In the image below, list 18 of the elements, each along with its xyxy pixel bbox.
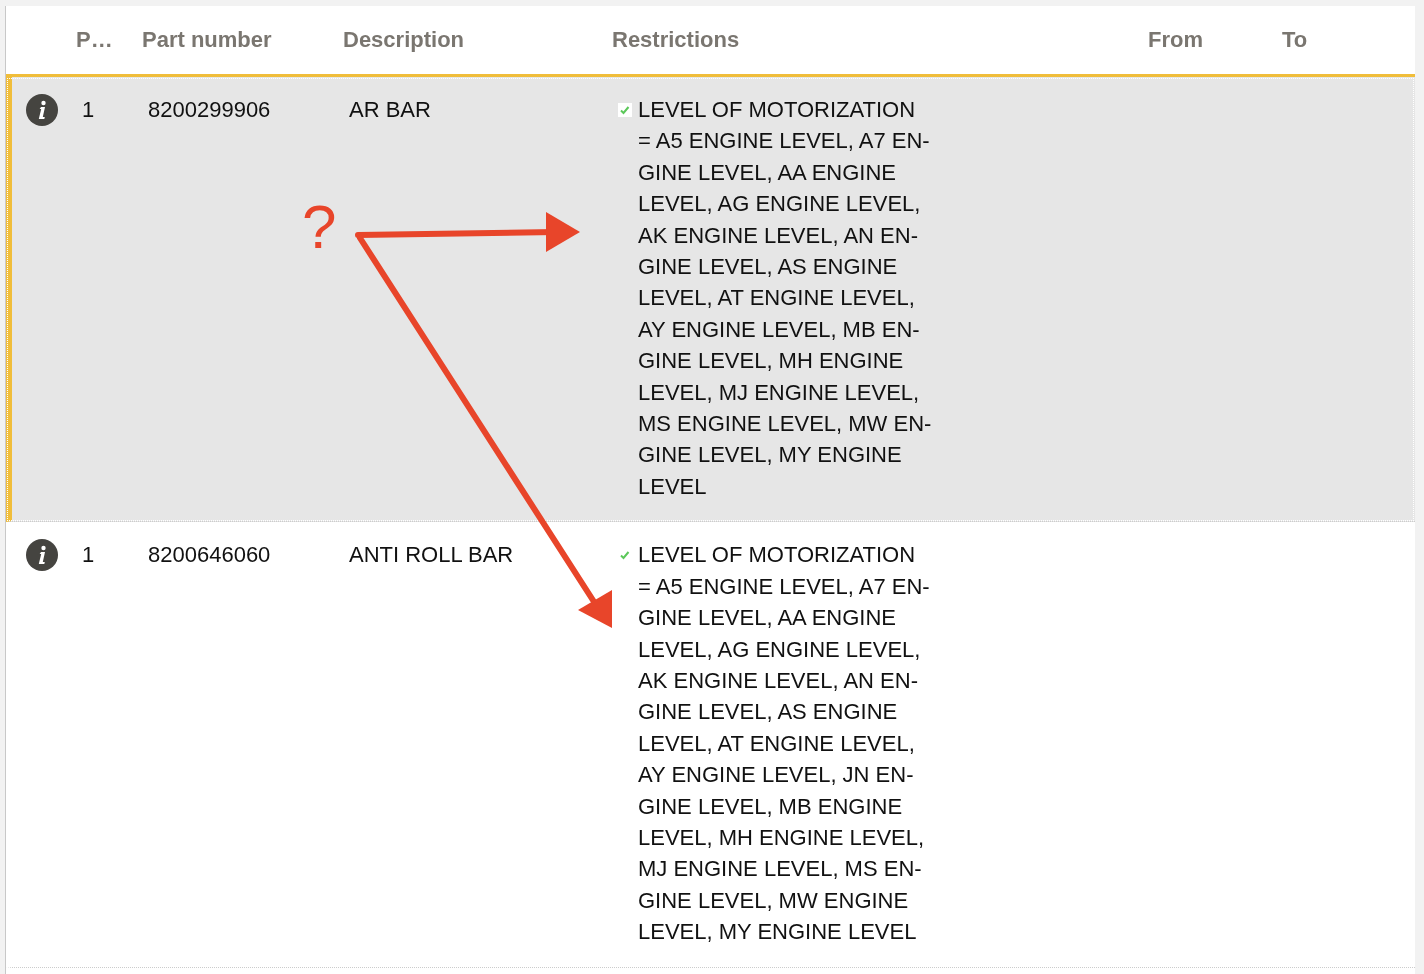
- column-header[interactable]: P…: [76, 27, 142, 53]
- table-cell-text: 1: [82, 541, 95, 570]
- column-header[interactable]: Restrictions: [612, 27, 1148, 53]
- restriction-text: LEVEL OF MOTORIZATION = A5 ENGINE LEVEL, A7 EN- GINE LEVEL, AA ENGINE LEVEL, AG ENGINE LEVEL, AK ENGINE LEVEL, AN EN- GINE LEVEL, AS ENGINE LEVEL, AT ENGINE LEVEL, AY ENGINE LEVEL, JN EN- GINE LEVEL, MB ENGINE LEVEL, MH ENGINE LEVEL, MJ ENGINE LEVEL, MS EN- GINE LEVEL, MW ENGINE LEVEL, MY ENGINE LEVEL: [638, 541, 930, 947]
- column-header[interactable]: Part number: [142, 27, 343, 53]
- table-cell-text: 8200299906: [148, 96, 271, 124]
- table-cell-text: 8200646060: [148, 541, 271, 570]
- column-header[interactable]: From: [1148, 27, 1282, 53]
- column-header[interactable]: To: [1282, 27, 1415, 53]
- column-header[interactable]: Description: [343, 27, 612, 53]
- table-cell-text: 1: [82, 96, 95, 124]
- table-cell-text: ANTI ROLL BAR: [349, 541, 514, 570]
- table-cell-text: AR BAR: [349, 96, 431, 124]
- restriction-text: LEVEL OF MOTORIZATION = A5 ENGINE LEVEL, A7 EN- GINE LEVEL, AA ENGINE LEVEL, AG ENGINE LEVEL, AK ENGINE LEVEL, AN EN- GINE LEVEL, AS ENGINE LEVEL, AT ENGINE LEVEL, AY ENGINE LEVEL, MB EN- GINE LEVEL, MH ENGINE LEVEL, MJ ENGINE LEVEL, MS ENGINE LEVEL, MW EN- GINE LEVEL, MY ENGINE LEVEL: [638, 96, 932, 501]
- info-icon[interactable]: [26, 94, 58, 126]
- info-icon[interactable]: [26, 539, 58, 572]
- question-mark: ?: [302, 196, 337, 258]
- table-row[interactable]: [6, 77, 1415, 523]
